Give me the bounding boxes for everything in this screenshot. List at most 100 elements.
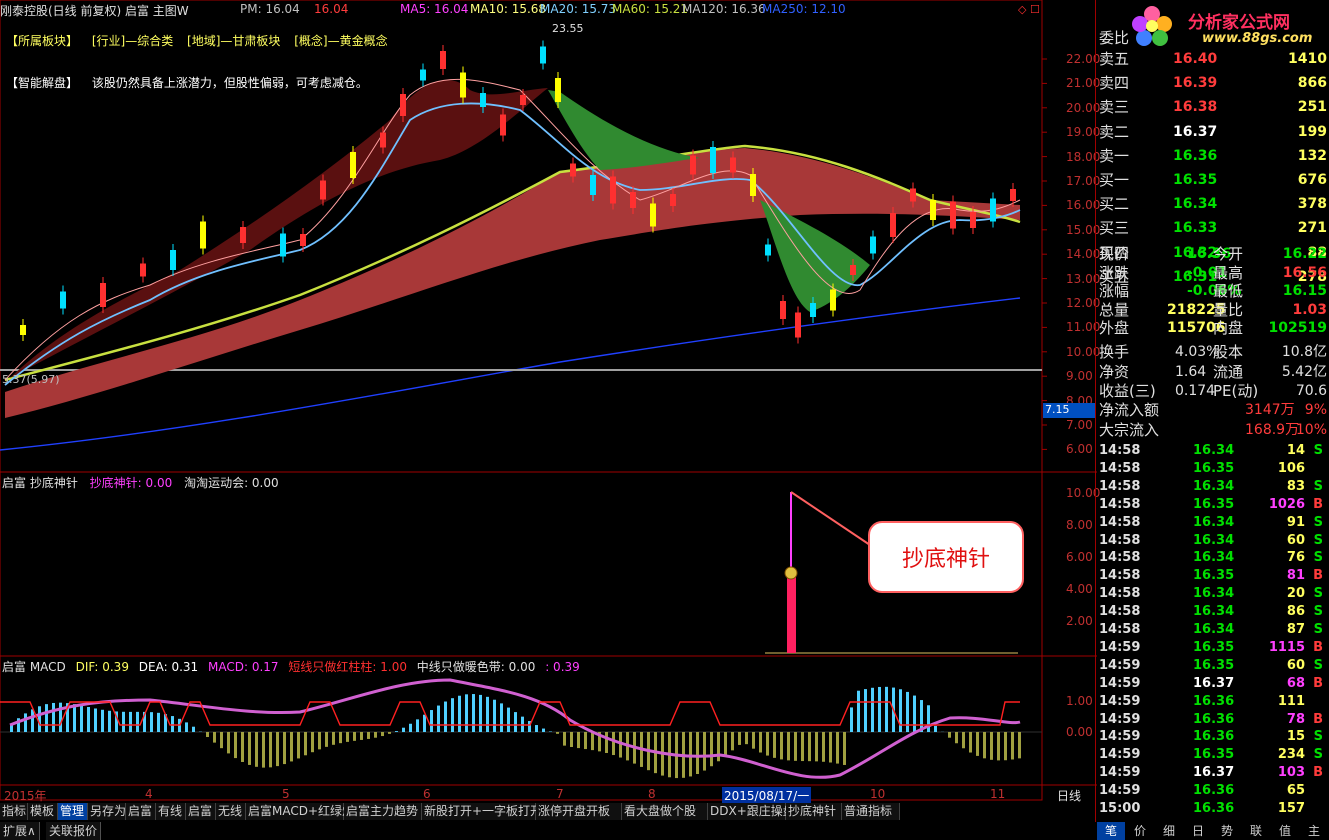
tick-volume: 68 (1286, 675, 1305, 691)
indicator-tab[interactable]: 抄底神针 (786, 803, 842, 820)
tick-volume: 20 (1286, 586, 1305, 602)
macd-bar (423, 714, 426, 732)
tick-volume: 81 (1286, 568, 1305, 584)
stats-value: 1.64 (1175, 363, 1207, 380)
flow-value: 3147万 (1245, 402, 1295, 418)
indicator-tab[interactable]: 模板 (28, 803, 58, 820)
tick-row: 14:59 16.35 1115 B (1097, 639, 1329, 657)
indicator-tab[interactable]: 新股打开+一字板打开 (422, 803, 542, 820)
indicator-tab[interactable]: DDX+跟庄操盘 (708, 803, 795, 820)
indicator-tab[interactable]: 启富主力趋势 (344, 803, 422, 820)
macd-bar (486, 696, 489, 732)
chart-canvas[interactable] (0, 0, 1097, 820)
indicator-tab[interactable]: 另存为 (88, 803, 126, 820)
quote-label: 内盘 (1213, 319, 1244, 337)
right-tab[interactable]: 笔 (1097, 822, 1125, 840)
right-tab[interactable]: 势 (1213, 822, 1241, 840)
order-book-row[interactable]: 买二 16.34 378 (1097, 194, 1329, 215)
macd-bar (878, 686, 881, 732)
macd-bar (1004, 732, 1007, 761)
right-tab[interactable]: 值 (1271, 822, 1299, 840)
tick-row: 14:58 16.34 86 S (1097, 603, 1329, 621)
tick-side: B (1313, 639, 1323, 655)
right-tab[interactable]: 日 (1184, 822, 1212, 840)
macd-bar (997, 732, 1000, 761)
indicator-axis-label: 8.00 (1066, 518, 1093, 532)
macd-bar (367, 732, 370, 739)
tick-price: 16.34 (1193, 550, 1235, 566)
indicator-tab[interactable]: 无线 (216, 803, 246, 820)
indicator-tab[interactable]: 指标 (0, 803, 28, 820)
right-tab[interactable]: 价 (1126, 822, 1154, 840)
tick-side: S (1313, 443, 1323, 458)
order-book-row[interactable]: 买一 16.35 676 (1097, 170, 1329, 191)
candle-body (670, 194, 676, 206)
order-book-row[interactable]: 买三 16.33 271 (1097, 218, 1329, 239)
macd-bar (227, 732, 230, 754)
candle-body (170, 250, 176, 270)
candle-body (460, 72, 466, 98)
indicator-tab[interactable]: 管理 (58, 803, 88, 820)
candle-body (320, 180, 326, 200)
book-price: 16.33 (1173, 220, 1218, 237)
stats-row: 净资 1.64 流通 5.42亿 (1097, 362, 1329, 383)
date-label: 11 (990, 787, 1006, 801)
macd-bar (801, 732, 804, 762)
tick-price: 16.34 (1193, 478, 1235, 494)
tick-row: 14:59 16.37 103 B (1097, 764, 1329, 782)
order-book-row[interactable]: 卖五 16.40 1410 (1097, 49, 1329, 70)
macd-bar (864, 689, 867, 732)
stats-row: 换手 4.03% 股本 10.8亿 (1097, 342, 1329, 363)
tick-price: 16.34 (1193, 443, 1235, 458)
tick-volume: 65 (1286, 783, 1305, 799)
order-book-row[interactable]: 卖四 16.39 866 (1097, 73, 1329, 94)
stats-row: 收益(三) 0.174 PE(动) 70.6 (1097, 381, 1329, 402)
tick-price: 16.37 (1193, 765, 1235, 781)
macd-bar (192, 726, 195, 732)
bottom-tab[interactable]: 关联报价 (46, 822, 102, 840)
order-book-row[interactable]: 卖三 16.38 251 (1097, 97, 1329, 118)
indicator-tab[interactable]: 启富 (126, 803, 156, 820)
order-book-row[interactable]: 卖一 16.36 132 (1097, 146, 1329, 167)
tick-price: 16.34 (1193, 586, 1235, 602)
macd-bar (255, 732, 258, 767)
macd-bar (24, 713, 27, 732)
macd-bar (514, 712, 517, 732)
candle-body (870, 236, 876, 254)
tick-time: 14:58 (1099, 550, 1141, 566)
stats-value: 5.42亿 (1281, 363, 1327, 380)
indicator-tab[interactable]: 涨停开盘开板 (536, 803, 622, 820)
tick-time: 14:59 (1099, 639, 1141, 655)
indicator-tab[interactable]: 启富 (186, 803, 216, 820)
right-tab[interactable]: 联 (1242, 822, 1270, 840)
tick-side: S (1313, 747, 1323, 763)
macd-bar (430, 710, 433, 732)
candle-body (650, 203, 656, 227)
candle-body (140, 263, 146, 277)
macd-bar (409, 723, 412, 732)
indicator-tab[interactable]: 普通指标 (842, 803, 900, 820)
indicator-tab[interactable]: 有线 (156, 803, 186, 820)
candle-body (280, 233, 286, 257)
candle-body (590, 175, 596, 195)
macd-bar (507, 707, 510, 732)
tick-volume: 83 (1286, 478, 1305, 494)
right-tab[interactable]: 细 (1155, 822, 1183, 840)
tick-row: 14:59 16.36 65 (1097, 782, 1329, 800)
tick-row: 14:58 16.34 76 S (1097, 549, 1329, 567)
bottom-tab[interactable]: 扩展∧ (0, 822, 40, 840)
indicator-tab[interactable]: 看大盘做个股 (622, 803, 708, 820)
macd-bar (206, 732, 209, 738)
indicator-tab[interactable]: 启富MACD+红绿灯 (246, 803, 354, 820)
tick-time: 14:58 (1099, 514, 1141, 530)
macd-bar (332, 732, 335, 745)
candle-body (500, 114, 506, 136)
order-book-row[interactable]: 卖二 16.37 199 (1097, 122, 1329, 143)
right-tab[interactable]: 主 (1300, 822, 1328, 840)
tick-row: 14:58 16.35 81 B (1097, 567, 1329, 585)
tick-row: 14:59 16.37 68 B (1097, 675, 1329, 693)
candle-body (20, 325, 26, 335)
tick-volume: 60 (1286, 532, 1305, 548)
book-label: 卖二 (1099, 122, 1130, 141)
tick-price: 16.35 (1193, 747, 1235, 763)
